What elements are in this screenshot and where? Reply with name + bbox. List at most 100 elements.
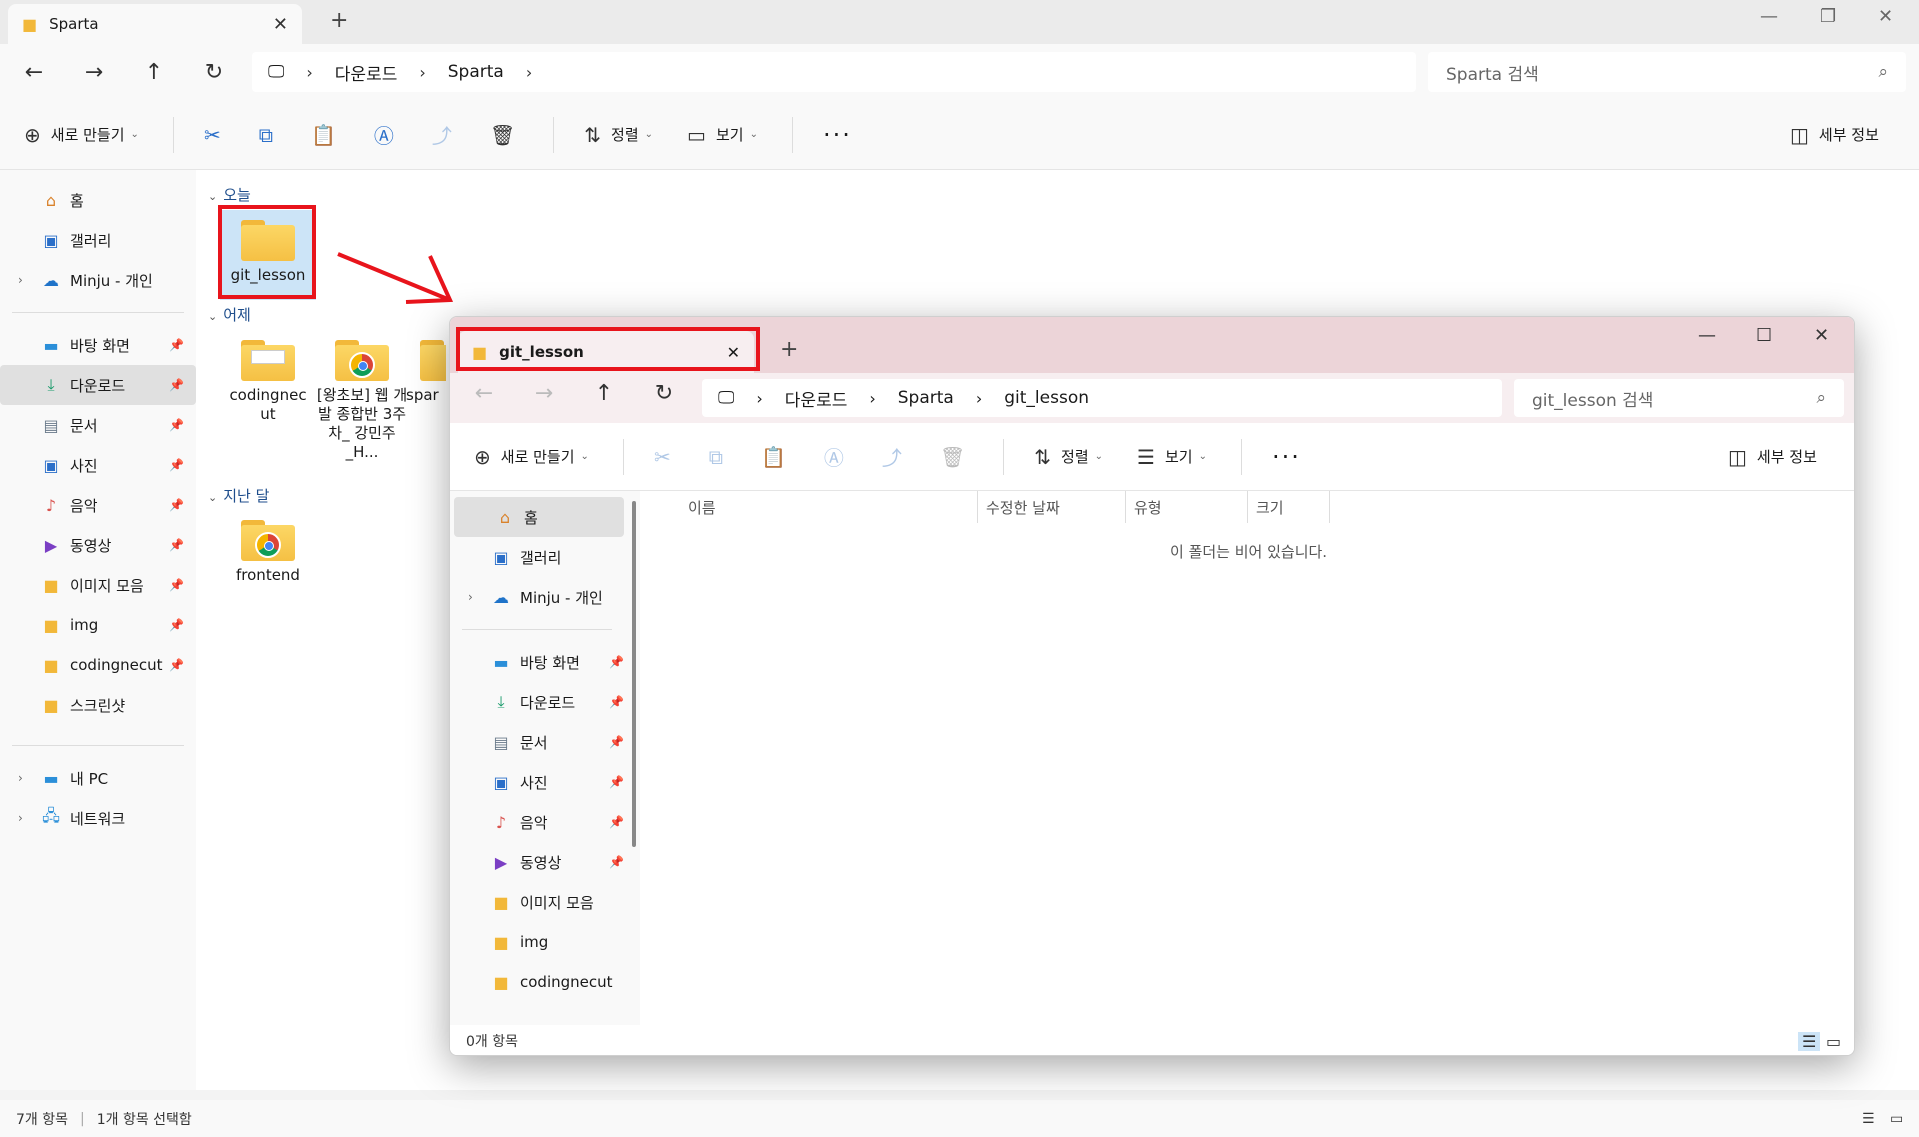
- search-input[interactable]: git_lesson 검색 ⌕: [1514, 379, 1844, 417]
- breadcrumb[interactable]: 🖵 › 다운로드 › Sparta › git_lesson: [702, 379, 1502, 417]
- column-header-modified[interactable]: 수정한 날짜: [978, 491, 1126, 523]
- tiles-view-icon[interactable]: ▭: [1826, 1032, 1841, 1051]
- maximize-button[interactable]: ☐: [1756, 325, 1772, 346]
- sort-button[interactable]: ⇅ 정렬 ⌄: [1034, 445, 1103, 469]
- view-button[interactable]: ☰ 보기 ⌄: [1137, 445, 1207, 469]
- forward-button[interactable]: →: [64, 60, 124, 85]
- tiles-view-icon[interactable]: ▭: [1890, 1111, 1903, 1127]
- sidebar-item-gallery[interactable]: ▣ 갤러리: [450, 537, 640, 577]
- details-view-icon[interactable]: ☰: [1862, 1111, 1875, 1127]
- sidebar-item-codingnecut[interactable]: ■ codingnecut 📌: [0, 645, 196, 685]
- delete-icon[interactable]: 🗑: [490, 123, 515, 147]
- details-view-icon[interactable]: ☰: [1798, 1031, 1821, 1051]
- sidebar-item-img[interactable]: ■ img: [450, 922, 640, 962]
- sidebar-item-pictures[interactable]: ▣ 사진 📌: [0, 445, 196, 485]
- breadcrumb-item[interactable]: git_lesson: [1004, 388, 1089, 408]
- new-tab-button[interactable]: +: [780, 337, 798, 362]
- back-button[interactable]: ←: [464, 381, 504, 406]
- sidebar-item-codingnecut[interactable]: ■ codingnecut: [450, 962, 640, 1002]
- sidebar-item-videos[interactable]: ▶ 동영상 📌: [0, 525, 196, 565]
- details-button[interactable]: ◫ 세부 정보: [1728, 445, 1817, 469]
- breadcrumb-item[interactable]: Sparta: [898, 388, 954, 408]
- sidebar-item-onedrive[interactable]: › ☁ Minju - 개인: [450, 577, 640, 617]
- sidebar-item-this-pc[interactable]: › ▬ 내 PC: [0, 758, 196, 798]
- rename-icon[interactable]: Ⓐ: [824, 442, 844, 471]
- tab-sparta[interactable]: ■ Sparta ✕: [8, 4, 302, 44]
- restore-button[interactable]: ❐: [1820, 6, 1836, 27]
- sidebar-item-documents[interactable]: ▤ 문서 📌: [450, 722, 640, 762]
- paste-icon[interactable]: 📋: [761, 445, 786, 469]
- details-button[interactable]: ◫ 세부 정보: [1790, 123, 1879, 147]
- breadcrumb-item[interactable]: 다운로드: [335, 60, 398, 85]
- sidebar-item-downloads[interactable]: ⤓ 다운로드 📌: [0, 365, 196, 405]
- forward-button[interactable]: →: [524, 381, 564, 406]
- chevron-right-icon[interactable]: ›: [468, 590, 473, 604]
- copy-icon[interactable]: ⧉: [259, 123, 273, 147]
- breadcrumb-item[interactable]: Sparta: [448, 62, 504, 82]
- group-header-last-month[interactable]: ⌄ 지난 달: [208, 485, 269, 506]
- group-header-yesterday[interactable]: ⌄ 어제: [208, 304, 251, 325]
- refresh-button[interactable]: ↻: [644, 381, 684, 406]
- view-button[interactable]: ▭ 보기 ⌄: [687, 123, 758, 147]
- cut-icon[interactable]: ✂: [204, 123, 221, 147]
- sidebar-item-network[interactable]: › 🖧 네트워크: [0, 798, 196, 838]
- sidebar-item-gallery[interactable]: ▣ 갤러리: [0, 220, 196, 260]
- close-window-button[interactable]: ✕: [1878, 6, 1893, 27]
- delete-icon[interactable]: 🗑: [940, 445, 965, 469]
- up-button[interactable]: ↑: [124, 60, 184, 85]
- chevron-down-icon: ⌄: [749, 129, 758, 140]
- folder-item-frontend[interactable]: frontend: [220, 510, 316, 585]
- sidebar-item-screenshots[interactable]: ■ 스크린샷: [0, 685, 196, 725]
- sidebar-item-downloads[interactable]: ⤓ 다운로드 📌: [450, 682, 640, 722]
- folder-item-codingnecut[interactable]: codingnec ut: [220, 330, 316, 424]
- refresh-button[interactable]: ↻: [184, 60, 244, 85]
- sidebar-item-image-collection[interactable]: ■ 이미지 모음: [450, 882, 640, 922]
- new-button[interactable]: ⊕ 새로 만들기 ⌄: [24, 123, 139, 147]
- chevron-right-icon[interactable]: ›: [18, 273, 23, 287]
- sidebar-item-home[interactable]: ⌂ 홈: [454, 497, 624, 537]
- minimize-button[interactable]: —: [1760, 6, 1778, 27]
- chevron-down-icon: ⌄: [644, 129, 654, 140]
- new-tab-button[interactable]: +: [330, 8, 348, 33]
- column-header-name[interactable]: 이름: [680, 491, 978, 523]
- chevron-right-icon[interactable]: ›: [18, 771, 23, 785]
- sidebar-item-music[interactable]: ♪ 음악 📌: [0, 485, 196, 525]
- folder-item-spar[interactable]: spar: [406, 330, 446, 405]
- sidebar-item-documents[interactable]: ▤ 문서 📌: [0, 405, 196, 445]
- breadcrumb[interactable]: 🖵 › 다운로드 › Sparta ›: [252, 52, 1416, 92]
- sidebar-item-music[interactable]: ♪ 음악 📌: [450, 802, 640, 842]
- close-tab-icon[interactable]: ✕: [273, 14, 288, 35]
- new-button[interactable]: ⊕ 새로 만들기 ⌄: [474, 445, 589, 469]
- share-icon[interactable]: ⤴: [432, 120, 452, 149]
- sidebar-item-pictures[interactable]: ▣ 사진 📌: [450, 762, 640, 802]
- share-icon[interactable]: ⤴: [882, 442, 902, 471]
- search-icon: ⌕: [1878, 62, 1888, 82]
- search-input[interactable]: Sparta 검색 ⌕: [1428, 52, 1906, 92]
- desktop-icon: ▬: [493, 652, 509, 672]
- up-button[interactable]: ↑: [584, 381, 624, 406]
- sidebar-scrollbar[interactable]: [632, 501, 636, 847]
- sidebar-item-onedrive[interactable]: › ☁ Minju - 개인: [0, 260, 196, 300]
- sort-button[interactable]: ⇅ 정렬 ⌄: [584, 123, 653, 147]
- paste-icon[interactable]: 📋: [311, 123, 336, 147]
- cut-icon[interactable]: ✂: [654, 445, 671, 469]
- breadcrumb-item[interactable]: 다운로드: [785, 386, 848, 411]
- sidebar-item-home[interactable]: ⌂ 홈: [0, 180, 196, 220]
- chevron-right-icon[interactable]: ›: [18, 811, 23, 825]
- sidebar-item-img[interactable]: ■ img 📌: [0, 605, 196, 645]
- back-button[interactable]: ←: [4, 60, 64, 85]
- sidebar-item-image-collection[interactable]: ■ 이미지 모음 📌: [0, 565, 196, 605]
- column-header-size[interactable]: 크기: [1248, 491, 1330, 523]
- sidebar-item-videos[interactable]: ▶ 동영상 📌: [450, 842, 640, 882]
- close-window-button[interactable]: ✕: [1814, 325, 1829, 346]
- more-options-button[interactable]: ···: [823, 121, 852, 149]
- sidebar-item-desktop[interactable]: ▬ 바탕 화면 📌: [450, 642, 640, 682]
- rename-icon[interactable]: Ⓐ: [374, 120, 394, 149]
- minimize-button[interactable]: —: [1698, 325, 1716, 346]
- sidebar-item-desktop[interactable]: ▬ 바탕 화면 📌: [0, 325, 196, 365]
- more-options-button[interactable]: ···: [1272, 443, 1301, 471]
- folder-item-wangchobo[interactable]: [왕초보] 웹 개발 종합반 3주차_ 강민주_H...: [314, 330, 410, 462]
- column-header-type[interactable]: 유형: [1126, 491, 1248, 523]
- group-header-today[interactable]: ⌄ 오늘: [208, 184, 251, 205]
- copy-icon[interactable]: ⧉: [709, 445, 723, 469]
